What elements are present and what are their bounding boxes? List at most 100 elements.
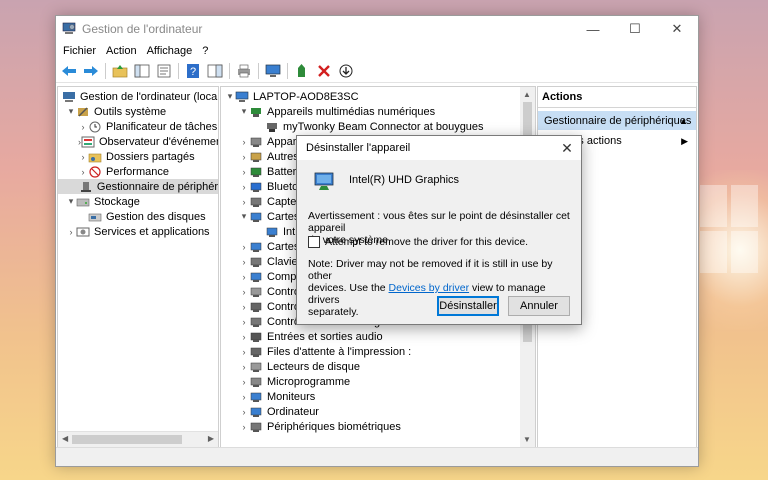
device-manager-icon [79, 181, 93, 193]
chevron-down-icon[interactable]: ▾ [66, 196, 76, 207]
devices-by-driver-link[interactable]: Devices by driver [389, 282, 470, 294]
menu-fichier[interactable]: Fichier [58, 45, 101, 57]
left-horizontal-scrollbar[interactable]: ◀ ▶ [58, 431, 218, 447]
device-label: Batter [267, 165, 297, 178]
media-connector-icon [265, 121, 279, 133]
download-circle-icon[interactable] [335, 61, 357, 81]
actions-device-manager[interactable]: Gestionnaire de périphériques ▲ [538, 111, 696, 130]
scroll-right-arrow-icon[interactable]: ▶ [208, 434, 214, 443]
printer-icon[interactable] [233, 61, 255, 81]
uninstall-button[interactable]: Désinstaller [437, 296, 499, 316]
chevron-right-icon[interactable]: › [239, 347, 249, 357]
chevron-right-icon[interactable]: › [66, 227, 76, 237]
chevron-down-icon[interactable]: ▾ [66, 106, 76, 117]
chevron-right-icon[interactable]: › [239, 302, 249, 312]
tree-planificateur[interactable]: › Planificateur de tâches [58, 119, 218, 134]
chevron-right-icon[interactable]: › [239, 407, 249, 417]
chevron-right-icon[interactable]: › [239, 152, 249, 162]
device-mytwonky[interactable]: myTwonky Beam Connector at bouygues [221, 119, 535, 134]
tree-label: Dossiers partagés [106, 150, 195, 163]
chevron-right-icon[interactable]: › [239, 317, 249, 327]
status-bar [56, 447, 698, 466]
device-label: Microprogramme [267, 375, 351, 388]
chevron-right-icon[interactable]: › [239, 332, 249, 342]
device-category-multimedia[interactable]: ▾ Appareils multimédias numériques [221, 104, 535, 119]
minimize-button[interactable]: — [572, 16, 614, 42]
view-pane-icon[interactable] [204, 61, 226, 81]
chevron-right-icon[interactable]: › [239, 362, 249, 372]
help-icon[interactable]: ? [182, 61, 204, 81]
scroll-down-arrow-icon[interactable]: ▼ [523, 435, 531, 444]
chevron-right-icon[interactable]: › [239, 377, 249, 387]
scroll-left-arrow-icon[interactable]: ◀ [62, 434, 68, 443]
menu-bar: Fichier Action Affichage ? [56, 42, 698, 60]
device-label: Cartes [267, 210, 300, 223]
device-category-icon [249, 181, 263, 193]
tree-dossiers-partages[interactable]: › Dossiers partagés [58, 149, 218, 164]
device-category-19[interactable]: › Périphériques biométriques [221, 419, 535, 434]
menu-affichage[interactable]: Affichage [142, 45, 198, 57]
collapse-up-icon[interactable]: ▲ [679, 116, 688, 126]
scroll-up-arrow-icon[interactable]: ▲ [523, 90, 531, 99]
update-driver-icon[interactable] [291, 61, 313, 81]
up-folder-icon[interactable] [109, 61, 131, 81]
device-root[interactable]: ▾ LAPTOP-AOD8E3SC [221, 89, 535, 104]
event-viewer-icon [81, 136, 95, 148]
device-category-icon [249, 391, 263, 403]
chevron-right-icon[interactable]: › [239, 392, 249, 402]
clock-icon [88, 121, 102, 133]
chevron-right-icon[interactable]: › [239, 257, 249, 267]
device-category-16[interactable]: › Microprogramme [221, 374, 535, 389]
chevron-right-icon[interactable]: › [239, 182, 249, 192]
chevron-right-icon[interactable]: › [78, 122, 88, 132]
window-title: Gestion de l'ordinateur [82, 22, 203, 36]
device-label: Comp [267, 270, 297, 283]
console-tree-icon[interactable] [131, 61, 153, 81]
tree-stockage[interactable]: ▾ Stockage [58, 194, 218, 209]
properties-icon[interactable] [153, 61, 175, 81]
chevron-right-icon[interactable]: › [239, 137, 249, 147]
device-category-icon [249, 196, 263, 208]
chevron-right-icon[interactable]: › [239, 242, 249, 252]
tree-observateur[interactable]: › Observateur d'événemer [58, 134, 218, 149]
toolbar-separator [287, 63, 288, 79]
chevron-down-icon[interactable]: ▾ [239, 211, 249, 222]
monitor-scan-icon[interactable] [262, 61, 284, 81]
close-button[interactable]: ✕ [656, 16, 698, 42]
services-icon [76, 226, 90, 238]
chevron-right-icon[interactable]: › [239, 422, 249, 432]
device-category-13[interactable]: › Entrées et sorties audio [221, 329, 535, 344]
menu-help[interactable]: ? [197, 45, 213, 57]
chevron-right-icon[interactable]: › [239, 287, 249, 297]
menu-action[interactable]: Action [101, 45, 142, 57]
device-label: Moniteurs [267, 390, 316, 403]
dialog-device-name: Intel(R) UHD Graphics [349, 174, 460, 186]
maximize-button[interactable]: ☐ [614, 16, 656, 42]
tree-gestion-disques[interactable]: Gestion des disques [58, 209, 218, 224]
device-category-15[interactable]: › Lecteurs de disque [221, 359, 535, 374]
remove-driver-checkbox[interactable] [308, 236, 320, 248]
scrollbar-thumb[interactable] [72, 435, 182, 444]
forward-arrow-icon[interactable] [80, 61, 102, 81]
tree-performance[interactable]: › Performance [58, 164, 218, 179]
tree-root[interactable]: Gestion de l'ordinateur (local) [58, 89, 218, 104]
chevron-right-icon[interactable]: › [78, 167, 88, 177]
back-arrow-icon[interactable] [58, 61, 80, 81]
chevron-down-icon[interactable]: ▾ [225, 91, 235, 102]
chevron-right-icon[interactable]: › [78, 152, 88, 162]
dialog-close-icon[interactable]: ✕ [553, 140, 581, 157]
device-category-18[interactable]: › Ordinateur [221, 404, 535, 419]
tree-outils-systeme[interactable]: ▾ Outils système [58, 104, 218, 119]
device-category-14[interactable]: › Files d'attente à l'impression : [221, 344, 535, 359]
chevron-right-icon[interactable]: › [239, 167, 249, 177]
tree-services[interactable]: › Services et applications [58, 224, 218, 239]
device-category-17[interactable]: › Moniteurs [221, 389, 535, 404]
uninstall-x-icon[interactable] [313, 61, 335, 81]
chevron-down-icon[interactable]: ▾ [239, 106, 249, 117]
chevron-right-icon[interactable]: › [239, 197, 249, 207]
tree-gestionnaire-peripheriques[interactable]: Gestionnaire de périphér [58, 179, 218, 194]
cancel-button[interactable]: Annuler [508, 296, 570, 316]
remove-driver-option[interactable]: Attempt to remove the driver for this de… [308, 236, 528, 248]
actions-header: Actions [538, 87, 696, 108]
chevron-right-icon[interactable]: › [239, 272, 249, 282]
